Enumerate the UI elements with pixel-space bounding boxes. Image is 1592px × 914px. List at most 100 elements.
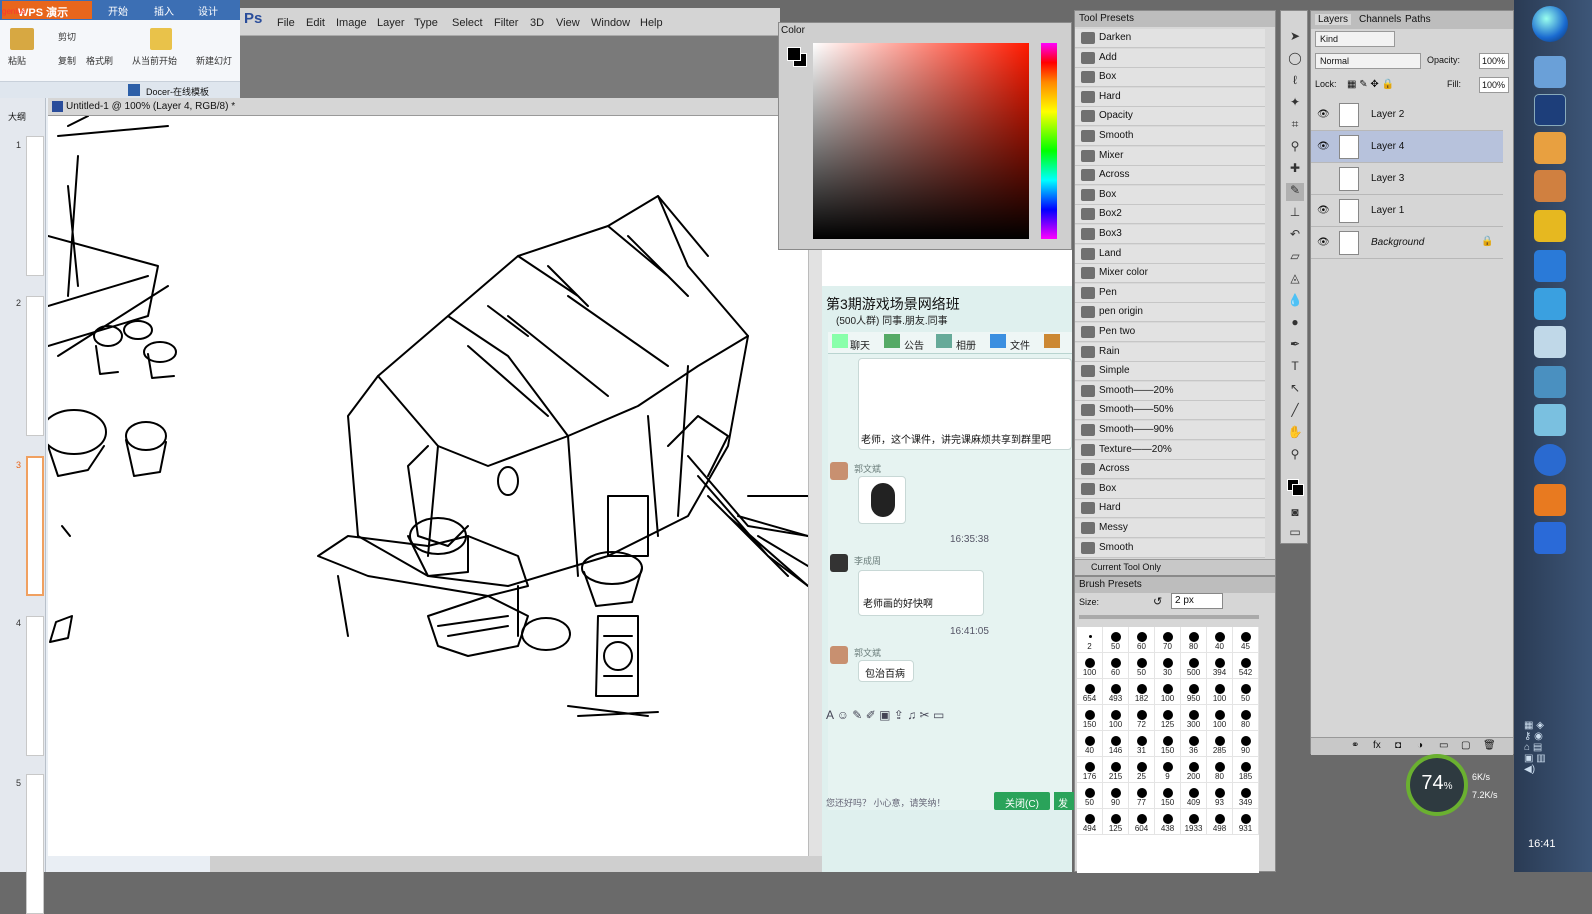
tray-icons[interactable]: ▦ ◈ ⚷ ◉ ⌂ ▤ ▣ ▥ ◀): [1524, 720, 1582, 820]
tool-preset-item[interactable]: Box: [1075, 68, 1265, 88]
tool-preset-item[interactable]: Pen: [1075, 283, 1265, 303]
brush-tip-cell[interactable]: 50: [1233, 679, 1259, 705]
brush-tip-cell[interactable]: 90: [1233, 731, 1259, 757]
layer-row[interactable]: 👁 Layer 2: [1311, 99, 1503, 131]
docer-link[interactable]: Docer-在线模板: [146, 85, 209, 98]
layer-row[interactable]: 👁 Background 🔒: [1311, 227, 1503, 259]
tool-preset-item[interactable]: Box3: [1075, 225, 1265, 244]
marquee-tool-icon[interactable]: ◯: [1286, 51, 1304, 69]
brush-tip-cell[interactable]: 409: [1181, 783, 1207, 809]
tool-preset-item[interactable]: Smooth——20%: [1075, 381, 1265, 401]
slideshow-icon[interactable]: [150, 28, 172, 50]
menu-edit[interactable]: Edit: [306, 17, 325, 29]
menu-select[interactable]: Select: [452, 17, 483, 29]
stamp-tool-icon[interactable]: ⊥: [1286, 205, 1304, 223]
sticker-message[interactable]: [858, 476, 906, 524]
menu-window[interactable]: Window: [591, 17, 630, 29]
brush-tip-cell[interactable]: 25: [1129, 757, 1155, 783]
screen-icon[interactable]: ▭: [933, 708, 944, 722]
layer-row[interactable]: 👁 Layer 1: [1311, 195, 1503, 227]
layer-row[interactable]: Layer 3: [1311, 163, 1503, 195]
menu-layer[interactable]: Layer: [377, 17, 405, 29]
message-bubble[interactable]: 老师画的好快啊: [858, 570, 984, 616]
tool-preset-item[interactable]: Mixer color: [1075, 264, 1265, 284]
im-app-icon[interactable]: [1534, 288, 1566, 320]
trash-icon[interactable]: 🗑: [1483, 740, 1496, 751]
brush-tip-cell[interactable]: 50: [1077, 783, 1103, 809]
tab-notice[interactable]: 公告: [904, 337, 924, 352]
maxthon-icon[interactable]: [1534, 250, 1566, 282]
font-icon[interactable]: A: [826, 708, 833, 722]
brush-tip-cell[interactable]: 80: [1181, 627, 1207, 653]
brush-tip-cell[interactable]: 200: [1181, 757, 1207, 783]
brush-tip-cell[interactable]: 950: [1181, 679, 1207, 705]
brush-tip-cell[interactable]: 185: [1233, 757, 1259, 783]
new-layer-icon[interactable]: ▢: [1461, 740, 1470, 751]
brush-tip-cell[interactable]: 100: [1207, 679, 1233, 705]
brush-tip-cell[interactable]: 70: [1155, 627, 1181, 653]
menu-image[interactable]: Image: [336, 17, 367, 29]
tool-preset-item[interactable]: pen origin: [1075, 303, 1265, 323]
tool-presets-tab[interactable]: Tool Presets: [1075, 11, 1275, 27]
brush-tip-cell[interactable]: 50: [1129, 653, 1155, 679]
tool-preset-item[interactable]: Hard: [1075, 499, 1265, 519]
bucket-tool-icon[interactable]: ◬: [1286, 271, 1304, 289]
link-icon[interactable]: ⚭: [1351, 740, 1359, 751]
blend-mode-select[interactable]: Normal: [1315, 53, 1421, 69]
tab-layers[interactable]: Layers: [1315, 14, 1352, 25]
format-painter-button[interactable]: 格式刷: [86, 54, 113, 67]
download-icon[interactable]: [1534, 522, 1566, 554]
tool-preset-item[interactable]: Box2: [1075, 205, 1265, 225]
tab-album[interactable]: 相册: [956, 337, 976, 352]
brush-tip-cell[interactable]: 60: [1129, 627, 1155, 653]
from-current-button[interactable]: 从当前开始: [132, 54, 177, 67]
magic-icon[interactable]: ✎: [852, 708, 862, 722]
brush-presets-tab[interactable]: Brush Presets: [1075, 577, 1275, 593]
brush-tip-cell[interactable]: 1933: [1181, 809, 1207, 835]
brush-tip-cell[interactable]: 500: [1181, 653, 1207, 679]
start-orb-icon[interactable]: [1532, 6, 1568, 42]
wps-tab-home[interactable]: 开始: [108, 3, 128, 18]
zoom-tool-icon[interactable]: ⚲: [1286, 447, 1304, 465]
opacity-input[interactable]: 100%: [1479, 53, 1509, 69]
brush-tip-cell[interactable]: 100: [1155, 679, 1181, 705]
menu-file[interactable]: File: [277, 17, 295, 29]
scissors-app-icon[interactable]: [1534, 326, 1566, 358]
tool-preset-item[interactable]: Hard: [1075, 87, 1265, 107]
brush-tip-cell[interactable]: 498: [1207, 809, 1233, 835]
mask-icon[interactable]: ◘: [1395, 740, 1401, 751]
brush-tip-cell[interactable]: 100: [1207, 705, 1233, 731]
slide-thumbnail[interactable]: [26, 296, 44, 436]
background-swatch[interactable]: [1292, 484, 1304, 496]
tool-preset-item[interactable]: Mixer: [1075, 146, 1265, 166]
color-spectrum-field[interactable]: [813, 43, 1029, 239]
tab-channels[interactable]: Channels: [1359, 14, 1401, 25]
qq-icon[interactable]: [1534, 210, 1566, 242]
tool-preset-item[interactable]: Across: [1075, 460, 1265, 480]
group-folder-icon[interactable]: ▭: [1439, 740, 1448, 751]
brush-tip-cell[interactable]: 394: [1207, 653, 1233, 679]
system-clock[interactable]: 16:41: [1528, 838, 1556, 850]
apps-icon[interactable]: [1044, 334, 1060, 348]
picture-viewer-icon[interactable]: [1534, 366, 1566, 398]
move-tool-icon[interactable]: ➤: [1286, 29, 1304, 47]
brush-tip-cell[interactable]: 176: [1077, 757, 1103, 783]
brush-tip-cell[interactable]: 30: [1155, 653, 1181, 679]
brush-tip-cell[interactable]: 2: [1077, 627, 1103, 653]
tool-preset-item[interactable]: Darken: [1075, 29, 1265, 48]
layer-row[interactable]: 👁 Layer 4: [1311, 131, 1503, 163]
brush-tip-cell[interactable]: 60: [1103, 653, 1129, 679]
paste-icon[interactable]: [10, 28, 34, 50]
lock-icons[interactable]: ▦ ✎ ✥ 🔒: [1347, 79, 1394, 90]
wps-tab-insert[interactable]: 插入: [154, 3, 174, 18]
meter-gauge[interactable]: 74%: [1406, 754, 1468, 816]
tool-preset-item[interactable]: Pen two: [1075, 323, 1265, 342]
fx-icon[interactable]: fx: [1373, 740, 1381, 751]
brush-tip-cell[interactable]: 50: [1103, 627, 1129, 653]
brush-tip-cell[interactable]: 45: [1233, 627, 1259, 653]
tab-paths[interactable]: Paths: [1405, 14, 1431, 25]
send-button[interactable]: 发: [1054, 792, 1074, 810]
blur-tool-icon[interactable]: 💧: [1286, 293, 1304, 311]
brush-tip-cell[interactable]: 31: [1129, 731, 1155, 757]
history-brush-icon[interactable]: ↶: [1286, 227, 1304, 245]
